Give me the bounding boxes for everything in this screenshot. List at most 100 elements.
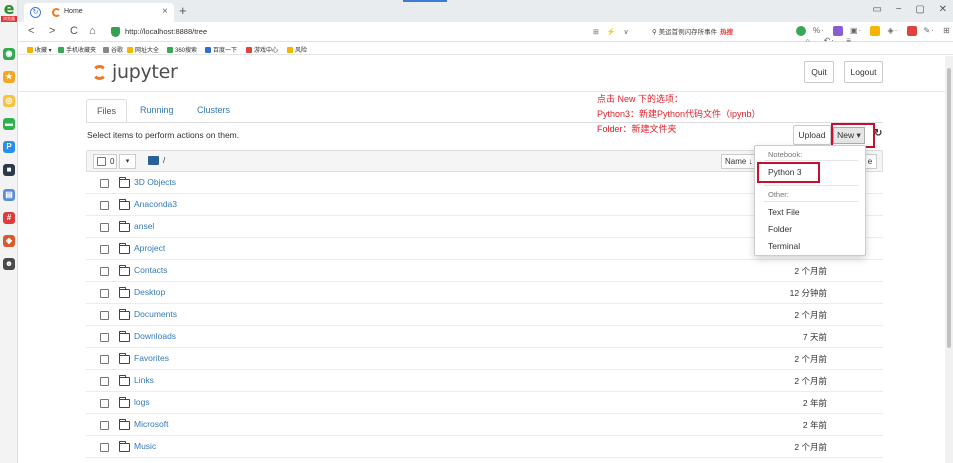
coin-menu-icon[interactable]: ◈· [887, 26, 898, 35]
shield-ext-icon[interactable] [796, 26, 806, 36]
file-name[interactable]: Anaconda3 [134, 199, 177, 209]
green-app-icon[interactable]: ▬ [3, 118, 15, 130]
file-name[interactable]: Documents [134, 309, 177, 319]
url-field[interactable]: http://localhost:8888/tree [111, 25, 621, 40]
file-name[interactable]: Favorites [134, 353, 169, 363]
game-app-icon[interactable]: ◆ [3, 235, 15, 247]
forward-icon[interactable]: > [49, 25, 55, 37]
row-checkbox[interactable] [100, 179, 109, 188]
bookmark-item[interactable]: 百度一下 [205, 45, 237, 54]
coin-ext-icon[interactable] [870, 26, 881, 36]
search-box[interactable]: ⚲ 美运首例闪存所事件 热搜 [652, 25, 780, 40]
bookmark-item[interactable]: 谷歌 [103, 45, 123, 54]
folder-home-icon[interactable] [148, 156, 159, 165]
row-checkbox[interactable] [100, 399, 109, 408]
table-row[interactable]: Favorites 2 个月前 [86, 348, 883, 370]
file-name[interactable]: logs [134, 397, 150, 407]
address-extension-icons[interactable]: ⊞ ⚡ ∨ [593, 28, 632, 36]
browser-logo-icon[interactable]: e 浏览器 [1, 1, 17, 24]
bookmark-item[interactable]: 手机收藏夹 [58, 45, 96, 54]
game-menu-icon[interactable]: ✎· [924, 26, 935, 35]
table-row[interactable]: Music 2 个月前 [86, 436, 883, 458]
reload-icon[interactable]: C [70, 25, 78, 37]
breadcrumb[interactable]: / [163, 156, 165, 165]
file-name[interactable]: Aproject [134, 243, 165, 253]
restore-window-icon[interactable]: ▭ [873, 4, 882, 15]
file-name[interactable]: Links [134, 375, 154, 385]
refresh-icon[interactable]: ↻ [874, 128, 882, 139]
select-menu-caret-icon[interactable]: ▾ [119, 154, 136, 169]
row-checkbox[interactable] [100, 377, 109, 386]
table-row[interactable]: Microsoft 2 年前 [86, 414, 883, 436]
bookmark-item[interactable]: 收藏 ▾ [27, 45, 52, 54]
logout-button[interactable]: Logout [844, 61, 883, 83]
face-app-icon[interactable]: ☻ [3, 258, 15, 270]
cut-icon[interactable]: %· [813, 26, 825, 35]
browser-tab-home[interactable]: ↻ Home × [24, 3, 174, 22]
star-app-icon[interactable]: ★ [3, 71, 15, 83]
upload-button[interactable]: Upload [793, 125, 831, 145]
doc-app-icon[interactable]: ▤ [3, 189, 15, 201]
tab-files[interactable]: Files [86, 99, 128, 123]
file-name[interactable]: 3D Objects [134, 177, 176, 187]
row-checkbox[interactable] [100, 267, 109, 276]
sort-by-name-button[interactable]: Name ↓ [721, 154, 757, 169]
table-row[interactable]: logs 2 年前 [86, 392, 883, 414]
row-checkbox[interactable] [100, 223, 109, 232]
weibo-app-icon[interactable]: ◎ [3, 95, 15, 107]
menu-item-folder[interactable]: Folder [768, 224, 792, 234]
file-name[interactable]: ansel [134, 221, 154, 231]
apps-icon[interactable]: ⊞ [943, 26, 951, 35]
bookmark-item[interactable]: 风险 [287, 45, 307, 54]
row-checkbox[interactable] [100, 443, 109, 452]
url-text[interactable]: http://localhost:8888/tree [125, 27, 207, 36]
home-icon[interactable]: ⌂ [89, 25, 96, 37]
dark-app-icon[interactable]: ■ [3, 164, 15, 176]
game-ext-icon[interactable] [906, 26, 917, 36]
grid-ext-icon[interactable] [833, 26, 844, 36]
p-app-icon[interactable]: P [3, 141, 15, 153]
row-checkbox[interactable] [100, 311, 109, 320]
tab-clusters[interactable]: Clusters [187, 99, 240, 123]
select-all-checkbox[interactable]: 0 [93, 154, 117, 169]
quit-button[interactable]: Quit [804, 61, 834, 83]
menu-item-terminal[interactable]: Terminal [768, 241, 800, 251]
table-row[interactable]: Desktop 12 分钟前 [86, 282, 883, 304]
address-bar: < > C ⌂ http://localhost:8888/tree ⊞ ⚡ ∨… [18, 22, 953, 45]
row-checkbox[interactable] [100, 289, 109, 298]
bookmark-item[interactable]: 360搜索 [167, 45, 197, 54]
sale-app-icon[interactable]: # [3, 212, 15, 224]
tab-reload-icon[interactable]: ↻ [30, 7, 41, 18]
file-modified: 2 个月前 [794, 376, 827, 386]
scrollbar[interactable] [945, 56, 953, 463]
table-row[interactable]: Downloads 7 天前 [86, 326, 883, 348]
tab-close-icon[interactable]: × [162, 6, 168, 17]
back-icon[interactable]: < [28, 25, 34, 37]
row-checkbox[interactable] [100, 355, 109, 364]
tab-running[interactable]: Running [130, 99, 184, 123]
search-text[interactable]: 美运首例闪存所事件 [659, 29, 718, 36]
new-tab-icon[interactable]: + [179, 3, 187, 18]
bookmark-item[interactable]: 网址大全 [127, 45, 159, 54]
globe-app-icon[interactable]: ◉ [3, 48, 15, 60]
minimize-window-icon[interactable]: − [896, 4, 902, 15]
maximize-window-icon[interactable]: ▢ [915, 4, 924, 15]
table-row[interactable]: Contacts 2 个月前 [86, 260, 883, 282]
scrollbar-thumb[interactable] [947, 68, 951, 348]
row-checkbox[interactable] [100, 333, 109, 342]
row-checkbox[interactable] [100, 245, 109, 254]
grid-menu-icon[interactable]: ▣· [850, 26, 862, 35]
row-checkbox[interactable] [100, 421, 109, 430]
row-checkbox[interactable] [100, 201, 109, 210]
table-row[interactable]: Documents 2 个月前 [86, 304, 883, 326]
file-name[interactable]: Microsoft [134, 419, 168, 429]
file-name[interactable]: Contacts [134, 265, 168, 275]
table-row[interactable]: Links 2 个月前 [86, 370, 883, 392]
file-name[interactable]: Desktop [134, 287, 165, 297]
bookmark-item[interactable]: 游戏中心 [246, 45, 278, 54]
file-name[interactable]: Music [134, 441, 156, 451]
menu-item-text-file[interactable]: Text File [768, 207, 800, 217]
close-window-icon[interactable]: ✕ [939, 4, 947, 15]
checkbox[interactable] [97, 157, 106, 166]
file-name[interactable]: Downloads [134, 331, 176, 341]
